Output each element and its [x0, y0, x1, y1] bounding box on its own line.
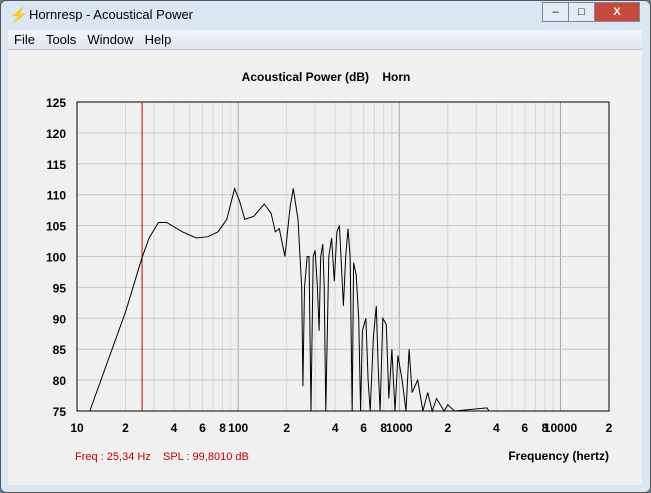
x-tick-label: 2 [283, 421, 290, 435]
x-tick-label: 6 [199, 421, 206, 435]
y-tick-label: 110 [47, 189, 67, 203]
y-tick-label: 90 [53, 312, 67, 326]
y-tick-label: 100 [46, 251, 66, 265]
x-tick-label: 10000 [544, 421, 578, 435]
y-tick-label: 95 [53, 281, 67, 295]
x-tick-label: 4 [493, 421, 500, 435]
app-window: ⚡ Hornresp - Acoustical Power – □ X File… [0, 0, 651, 493]
chart-title: Acoustical Power (dB) Horn [242, 70, 411, 84]
menu-tools[interactable]: Tools [40, 30, 81, 47]
chart-area: Acoustical Power (dB) Horn 125 120 115 110 1… [8, 50, 642, 485]
x-tick-label: 6 [521, 421, 528, 435]
menu-help[interactable]: Help [139, 30, 177, 47]
title-bar: ⚡ Hornresp - Acoustical Power – □ X [1, 1, 650, 29]
maximize-button[interactable]: □ [568, 2, 595, 22]
x-tick-label: 2 [606, 421, 613, 435]
y-tick-label: 115 [47, 158, 67, 172]
x-tick-label: 2 [444, 421, 451, 435]
cursor-spl-readout: SPL : 99,8010 dB [163, 451, 249, 463]
minimize-button[interactable]: – [542, 2, 569, 22]
menu-window[interactable]: Window [81, 30, 138, 47]
x-tick-label: 6 [360, 421, 367, 435]
y-tick-label: 120 [46, 127, 66, 141]
app-lightning-icon: ⚡ [9, 7, 28, 24]
series-line-horn [89, 186, 490, 413]
x-tick-label: 1000 [386, 421, 413, 435]
y-tick-label: 85 [53, 343, 67, 357]
menu-file[interactable]: File [8, 30, 40, 47]
x-tick-label: 4 [171, 421, 178, 435]
x-tick-label: 4 [332, 421, 339, 435]
acoustical-power-chart[interactable]: Acoustical Power (dB) Horn 125 120 115 110 1… [8, 50, 642, 485]
y-tick-label: 125 [46, 96, 66, 110]
y-tick-label: 75 [53, 405, 67, 419]
cursor-freq-readout: Freq : 25,34 Hz [75, 451, 151, 463]
x-tick-label: 8 [219, 421, 226, 435]
y-tick-label: 105 [46, 220, 66, 234]
close-button[interactable]: X [594, 2, 640, 22]
window-title: Hornresp - Acoustical Power [29, 7, 194, 22]
y-tick-label: 80 [53, 374, 67, 388]
x-tick-label: 2 [122, 421, 129, 435]
x-tick-label: 10 [70, 421, 84, 435]
menu-bar: File Tools Window Help [8, 30, 642, 50]
x-tick-label: 100 [228, 421, 248, 435]
x-axis-label: Frequency (hertz) [508, 449, 609, 463]
